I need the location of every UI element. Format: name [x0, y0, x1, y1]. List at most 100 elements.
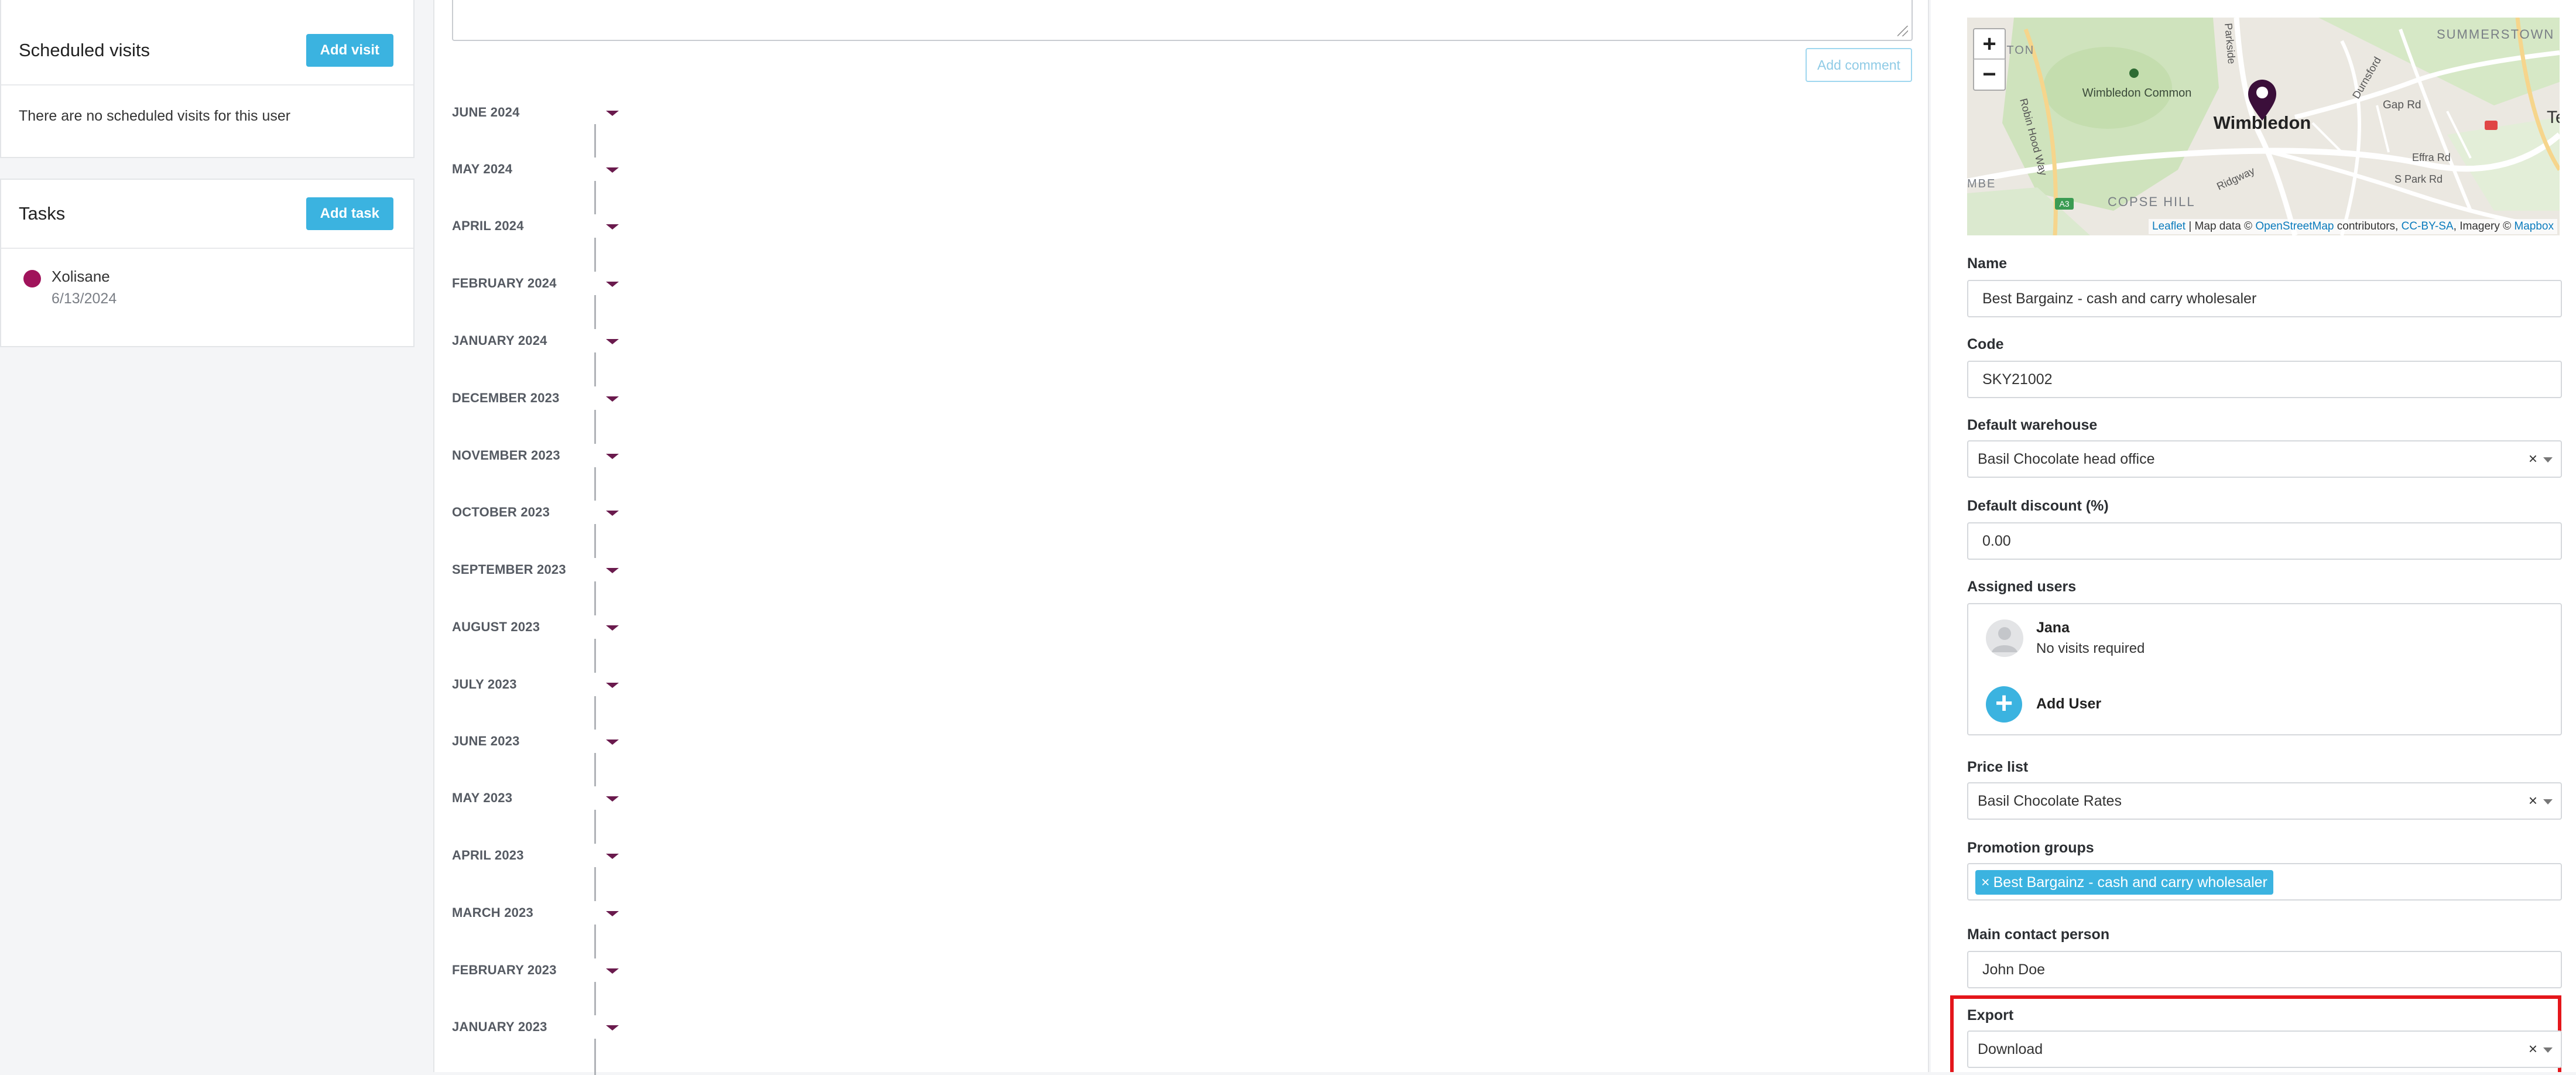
- export-label: Export: [1967, 1007, 2014, 1023]
- month-label: DECEMBER 2023: [452, 391, 560, 405]
- chevron-down-icon[interactable]: [2543, 1047, 2553, 1053]
- license-link[interactable]: CC-BY-SA: [2402, 220, 2454, 232]
- price-list-label: Price list: [1967, 759, 2029, 775]
- timeline-month[interactable]: MAY 2023: [452, 786, 619, 810]
- no-visits-message: There are no scheduled visits for this u…: [19, 108, 291, 124]
- timeline-month[interactable]: JUNE 2023: [452, 730, 619, 753]
- default-warehouse-label: Default warehouse: [1967, 417, 2098, 433]
- scheduled-visits-title: Scheduled visits: [19, 40, 150, 60]
- promotion-groups-label: Promotion groups: [1967, 840, 2094, 856]
- caret-down-icon: [606, 111, 619, 116]
- tree-icon: [2129, 69, 2139, 78]
- tasks-title: Tasks: [19, 203, 66, 224]
- add-user-icon[interactable]: +: [1986, 686, 2022, 723]
- default-discount-field[interactable]: 0.00: [1967, 522, 2562, 560]
- scheduled-visits-header: Scheduled visits Add visit: [1, 0, 413, 85]
- clear-icon[interactable]: ×: [2529, 792, 2537, 810]
- zoom-in-button[interactable]: +: [1973, 28, 2006, 60]
- main-contact-field[interactable]: John Doe: [1967, 951, 2562, 988]
- timeline-month[interactable]: FEBRUARY 2024: [452, 272, 619, 295]
- leaflet-link[interactable]: Leaflet: [2152, 220, 2186, 232]
- add-comment-button[interactable]: Add comment: [1806, 48, 1912, 82]
- code-field[interactable]: SKY21002: [1967, 361, 2562, 398]
- promotion-group-tag-label: Best Bargainz - cash and carry wholesale…: [1993, 874, 2267, 891]
- timeline-month[interactable]: MAY 2024: [452, 158, 619, 181]
- caret-down-icon: [606, 683, 619, 688]
- caret-down-icon: [606, 1025, 619, 1031]
- name-field[interactable]: Best Bargainz - cash and carry wholesale…: [1967, 280, 2562, 317]
- assigned-users-label: Assigned users: [1967, 578, 2077, 595]
- month-label: JUNE 2024: [452, 105, 520, 119]
- month-label: JANUARY 2024: [452, 333, 547, 348]
- map-label-effra-rd: Effra Rd: [2412, 152, 2451, 163]
- default-warehouse-select[interactable]: Basil Chocolate head office ×: [1967, 440, 2562, 478]
- month-label: APRIL 2024: [452, 218, 524, 233]
- timeline-line: [594, 115, 596, 1075]
- activity-panel: Add comment JUNE 2024 MAY 2024 APRIL 202…: [433, 0, 1929, 1075]
- month-label: JANUARY 2023: [452, 1019, 547, 1034]
- task-item[interactable]: Xolisane 6/13/2024: [1, 249, 413, 307]
- caret-down-icon: [606, 396, 619, 402]
- timeline-month[interactable]: JANUARY 2023: [452, 1015, 619, 1039]
- caret-down-icon: [606, 625, 619, 631]
- customer-details-panel: A3 STON MBE Te Wimbledon Common SUMMERST…: [1931, 0, 2576, 1072]
- export-value: Download: [1978, 1040, 2043, 1057]
- price-list-select[interactable]: Basil Chocolate Rates ×: [1967, 782, 2562, 820]
- map-label-mbe: MBE: [1967, 177, 1996, 190]
- timeline-month[interactable]: NOVEMBER 2023: [452, 444, 619, 467]
- export-select[interactable]: Download ×: [1967, 1031, 2562, 1068]
- code-label: Code: [1967, 336, 2004, 352]
- add-visit-button[interactable]: Add visit: [306, 34, 393, 67]
- location-map[interactable]: A3 STON MBE Te Wimbledon Common SUMMERST…: [1967, 18, 2560, 235]
- scheduled-visits-panel: Scheduled visits Add visit There are no …: [0, 0, 415, 158]
- map-label-a3: A3: [2059, 199, 2069, 208]
- remove-tag-icon[interactable]: ×: [1981, 874, 1990, 891]
- month-label: JUNE 2023: [452, 734, 520, 748]
- map-label-summerstown: SUMMERSTOWN: [2437, 27, 2554, 42]
- timeline-month[interactable]: JANUARY 2024: [452, 329, 619, 352]
- clear-icon[interactable]: ×: [2529, 1040, 2537, 1058]
- timeline-month[interactable]: JULY 2023: [452, 673, 619, 696]
- timeline-month[interactable]: MARCH 2023: [452, 901, 619, 925]
- task-date: 6/13/2024: [52, 290, 117, 307]
- timeline-month[interactable]: DECEMBER 2023: [452, 386, 619, 410]
- default-discount-label: Default discount (%): [1967, 498, 2109, 514]
- caret-down-icon: [606, 968, 619, 974]
- contributors-text: contributors,: [2334, 220, 2402, 232]
- assigned-user-note: No visits required: [2036, 641, 2145, 656]
- tasks-panel: Tasks Add task Xolisane 6/13/2024: [0, 179, 415, 347]
- map-label-gap-rd: Gap Rd: [2383, 99, 2421, 111]
- timeline-month[interactable]: AUGUST 2023: [452, 615, 619, 639]
- chevron-down-icon[interactable]: [2543, 457, 2553, 463]
- promotion-group-tag[interactable]: × Best Bargainz - cash and carry wholesa…: [1975, 870, 2273, 895]
- timeline-month[interactable]: JUNE 2024: [452, 101, 619, 124]
- month-label: APRIL 2023: [452, 848, 524, 862]
- task-assignee: Xolisane: [52, 268, 110, 285]
- caret-down-icon: [606, 282, 619, 287]
- timeline-month[interactable]: SEPTEMBER 2023: [452, 558, 619, 581]
- add-user-label[interactable]: Add User: [2036, 696, 2101, 713]
- task-status-dot: [23, 270, 41, 287]
- mapbox-link[interactable]: Mapbox: [2514, 220, 2554, 232]
- clear-icon[interactable]: ×: [2529, 450, 2537, 468]
- osm-link[interactable]: OpenStreetMap: [2255, 220, 2334, 232]
- month-label: MAY 2023: [452, 790, 513, 805]
- caret-down-icon: [606, 568, 619, 573]
- map-tiles[interactable]: A3 STON MBE Te Wimbledon Common SUMMERST…: [1967, 18, 2560, 235]
- promotion-groups-field[interactable]: × Best Bargainz - cash and carry wholesa…: [1967, 863, 2562, 901]
- timeline-month[interactable]: OCTOBER 2023: [452, 501, 619, 524]
- avatar: [1986, 619, 2023, 657]
- month-label: JULY 2023: [452, 677, 517, 691]
- caret-down-icon: [606, 796, 619, 802]
- month-label: MAY 2024: [452, 162, 513, 176]
- imagery-text: , Imagery ©: [2453, 220, 2515, 232]
- zoom-out-button[interactable]: −: [1973, 59, 2006, 91]
- user-icon: [1992, 627, 2017, 652]
- price-list-value: Basil Chocolate Rates: [1978, 792, 2122, 809]
- chevron-down-icon[interactable]: [2543, 799, 2553, 804]
- timeline-month[interactable]: FEBRUARY 2023: [452, 958, 619, 982]
- timeline-month[interactable]: APRIL 2024: [452, 214, 619, 238]
- add-task-button[interactable]: Add task: [306, 197, 393, 230]
- comment-textarea[interactable]: [452, 0, 1913, 41]
- timeline-month[interactable]: APRIL 2023: [452, 844, 619, 867]
